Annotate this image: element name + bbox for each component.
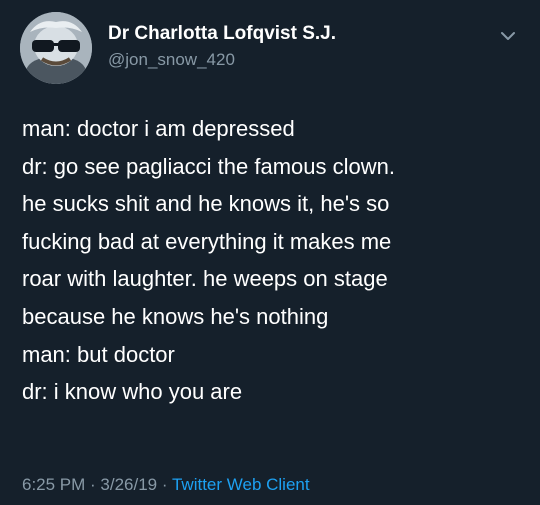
tweet-line: he sucks shit and he knows it, he's so: [22, 191, 390, 217]
tweet-line: dr: go see pagliacci the famous clown.: [22, 153, 395, 179]
avatar[interactable]: [20, 12, 92, 84]
display-name[interactable]: Dr Charlotta Lofqvist S.J.: [108, 22, 336, 46]
tweet-line: dr: i know who you are: [22, 379, 243, 405]
avatar-image: [20, 12, 92, 84]
tweet-line: fucking bad at everything it makes me: [22, 228, 392, 254]
tweet-date[interactable]: 3/26/19: [100, 475, 157, 494]
tweet-line: man: doctor i am depressed: [22, 116, 295, 141]
user-handle[interactable]: @jon_snow_420: [108, 48, 336, 72]
tweet-header: Dr Charlotta Lofqvist S.J. @jon_snow_420: [20, 12, 520, 84]
chevron-down-icon[interactable]: [496, 24, 520, 48]
tweet-line: man: but doctor: [22, 341, 175, 367]
tweet-line: roar with laughter. he weeps on stage: [22, 266, 388, 292]
tweet-time[interactable]: 6:25 PM: [22, 475, 85, 494]
tweet-text: man: doctor i am depressed dr: go see pa…: [22, 110, 526, 411]
tweet-card: Dr Charlotta Lofqvist S.J. @jon_snow_420…: [0, 0, 540, 505]
meta-separator: ·: [85, 475, 101, 494]
tweet-meta: 6:25 PM · 3/26/19 · Twitter Web Client: [22, 475, 310, 495]
client-link[interactable]: Twitter Web Client: [172, 475, 310, 494]
tweet-line: because he knows he's nothing: [22, 303, 329, 329]
meta-separator: ·: [157, 475, 172, 494]
author-names: Dr Charlotta Lofqvist S.J. @jon_snow_420: [108, 22, 336, 72]
